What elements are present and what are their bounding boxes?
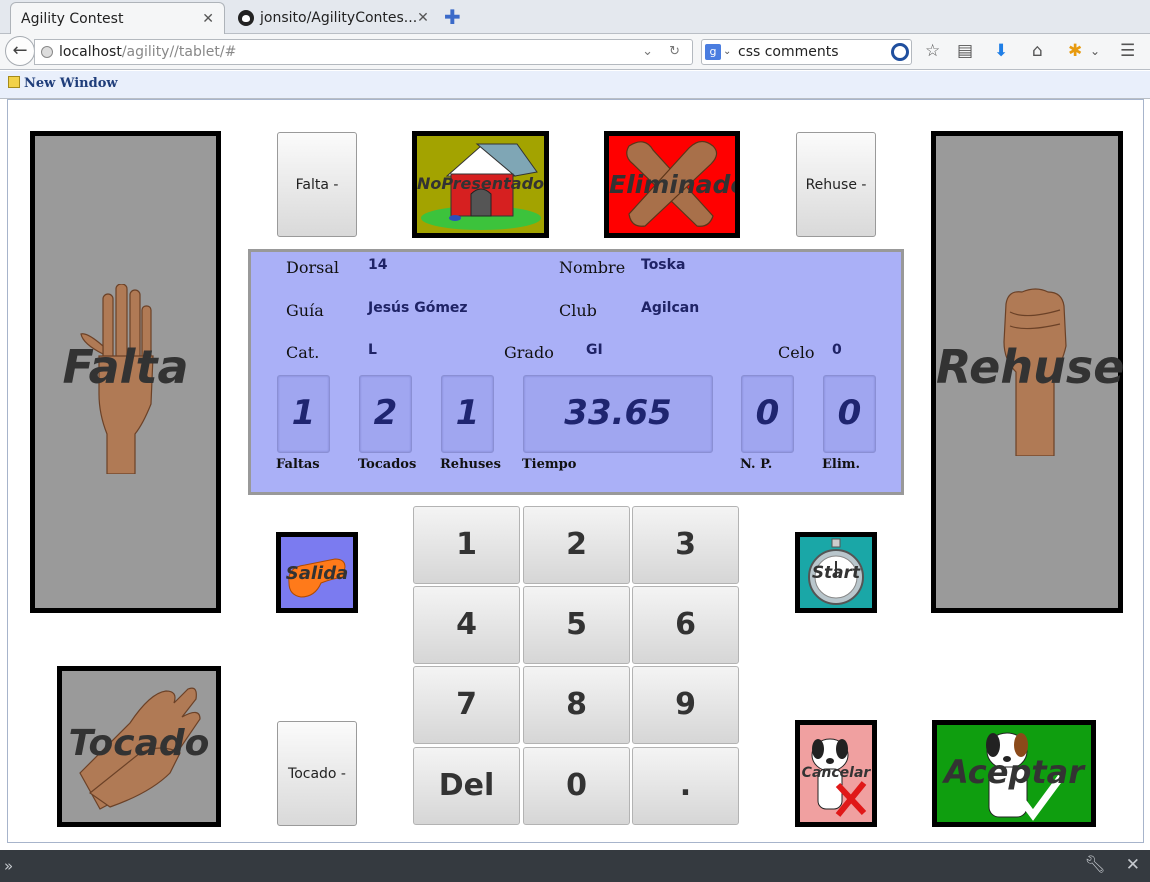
- tab-github[interactable]: jonsito/AgilityContes... ✕: [228, 2, 433, 34]
- url-bar[interactable]: localhost/agility//tablet/# ⌄ ↻: [34, 39, 693, 65]
- key-4[interactable]: 4: [413, 586, 520, 664]
- tocado-panel[interactable]: Tocado: [57, 666, 221, 827]
- tab-title: Agility Contest: [21, 10, 124, 27]
- search-icon[interactable]: [891, 43, 909, 61]
- cat-label: Cat.: [286, 343, 320, 362]
- grado-label: Grado: [504, 343, 554, 362]
- key-del[interactable]: Del: [413, 747, 520, 825]
- faltas-caption: Faltas: [276, 457, 320, 472]
- tocados-caption: Tocados: [358, 457, 417, 472]
- salida-label: Salida: [285, 563, 349, 584]
- falta-panel[interactable]: Falta: [30, 131, 221, 613]
- grado-value: GI: [586, 342, 603, 358]
- no-presentado-label: NoPresentado: [417, 174, 545, 193]
- faltas-counter: 1: [277, 375, 330, 453]
- google-icon[interactable]: g: [705, 44, 721, 60]
- guia-value: Jesús Gómez: [368, 300, 468, 316]
- back-button[interactable]: ←: [5, 36, 35, 66]
- nav-bar: ← localhost/agility//tablet/# ⌄ ↻ g ⌄ cs…: [0, 34, 1150, 70]
- url-host: localhost: [59, 44, 122, 60]
- eliminado-button[interactable]: Eliminado: [604, 131, 740, 238]
- cancelar-label: Cancelar: [801, 765, 871, 781]
- tab-title: jonsito/AgilityContes...: [260, 10, 418, 26]
- cancelar-button[interactable]: Cancelar: [795, 720, 877, 827]
- np-counter: 0: [741, 375, 794, 453]
- tiempo-caption: Tiempo: [522, 457, 577, 472]
- falta-minus-button[interactable]: Falta -: [277, 132, 357, 237]
- wrench-icon[interactable]: 🔧︎: [1084, 855, 1106, 875]
- key-dot[interactable]: .: [632, 747, 739, 825]
- tiempo-display: 33.65: [523, 375, 713, 453]
- celo-label: Celo: [778, 343, 815, 362]
- chevron-down-icon[interactable]: ⌄: [723, 40, 731, 64]
- key-9[interactable]: 9: [632, 666, 739, 744]
- rehuse-panel[interactable]: Rehuse: [931, 131, 1125, 613]
- chevron-down-icon[interactable]: ⌄: [1090, 44, 1100, 58]
- tab-bar: Agility Contest ✕ jonsito/AgilityContes.…: [0, 0, 1150, 34]
- celo-value: 0: [832, 342, 842, 358]
- new-tab-icon[interactable]: ✚: [444, 5, 461, 29]
- key-5[interactable]: 5: [523, 586, 630, 664]
- no-presentado-button[interactable]: NoPresentado: [412, 131, 549, 238]
- star-icon[interactable]: ☆: [925, 41, 940, 61]
- github-icon: [238, 10, 254, 26]
- guia-label: Guía: [286, 301, 324, 320]
- bookmarks-bar: New Window: [0, 71, 1150, 99]
- dorsal-label: Dorsal: [286, 258, 339, 277]
- rehuses-counter: 1: [441, 375, 494, 453]
- club-label: Club: [559, 301, 597, 320]
- tocado-minus-button[interactable]: Tocado -: [277, 721, 357, 826]
- tocados-counter: 2: [359, 375, 412, 453]
- aceptar-button[interactable]: Aceptar: [932, 720, 1096, 827]
- pencil-icon: [8, 76, 20, 88]
- nombre-label: Nombre: [559, 258, 626, 277]
- salida-button[interactable]: Salida: [276, 532, 358, 613]
- close-icon[interactable]: ✕: [417, 10, 429, 26]
- reload-icon[interactable]: ⌄ ↻: [642, 40, 686, 64]
- elim-counter: 0: [823, 375, 876, 453]
- dorsal-value: 14: [368, 257, 388, 273]
- clipboard-icon[interactable]: ▤: [957, 41, 973, 61]
- np-caption: N. P.: [740, 457, 773, 472]
- close-icon[interactable]: ✕: [1126, 855, 1140, 875]
- tocado-label: Tocado: [68, 723, 210, 764]
- key-6[interactable]: 6: [632, 586, 739, 664]
- home-icon[interactable]: ⌂: [1032, 41, 1043, 61]
- close-icon[interactable]: ✕: [202, 11, 214, 27]
- key-7[interactable]: 7: [413, 666, 520, 744]
- developer-toolbar: » 🔧︎ ✕: [0, 850, 1150, 882]
- rehuse-label: Rehuse: [936, 340, 1125, 394]
- cat-value: L: [368, 342, 377, 358]
- key-0[interactable]: 0: [523, 747, 630, 825]
- bookmark-new-window[interactable]: New Window: [8, 76, 118, 91]
- club-value: Agilcan: [641, 300, 700, 316]
- key-3[interactable]: 3: [632, 506, 739, 584]
- start-label: Start: [811, 563, 861, 583]
- search-bar[interactable]: g ⌄ css comments: [701, 39, 912, 65]
- start-button[interactable]: Start: [795, 532, 877, 613]
- globe-icon: [41, 46, 53, 58]
- url-path: /agility//tablet/#: [121, 44, 237, 60]
- rehuses-caption: Rehuses: [440, 457, 501, 472]
- nombre-value: Toska: [641, 257, 686, 273]
- chevron-right-icon[interactable]: »: [4, 857, 13, 875]
- search-input[interactable]: css comments: [738, 44, 839, 60]
- key-2[interactable]: 2: [523, 506, 630, 584]
- menu-icon[interactable]: ☰: [1120, 41, 1135, 61]
- eliminado-label: Eliminado: [609, 170, 740, 199]
- rehuse-minus-button[interactable]: Rehuse -: [796, 132, 876, 237]
- dog-info-panel: Dorsal 14 Nombre Toska Guía Jesús Gómez …: [248, 249, 904, 495]
- aceptar-label: Aceptar: [943, 753, 1085, 791]
- elim-caption: Elim.: [822, 457, 861, 472]
- key-1[interactable]: 1: [413, 506, 520, 584]
- bookmark-label: New Window: [24, 76, 118, 91]
- addon-icon[interactable]: ✱: [1068, 41, 1082, 61]
- falta-label: Falta: [62, 340, 189, 394]
- download-icon[interactable]: ⬇: [994, 41, 1008, 61]
- key-8[interactable]: 8: [523, 666, 630, 744]
- tab-agility-contest[interactable]: Agility Contest ✕: [10, 2, 225, 34]
